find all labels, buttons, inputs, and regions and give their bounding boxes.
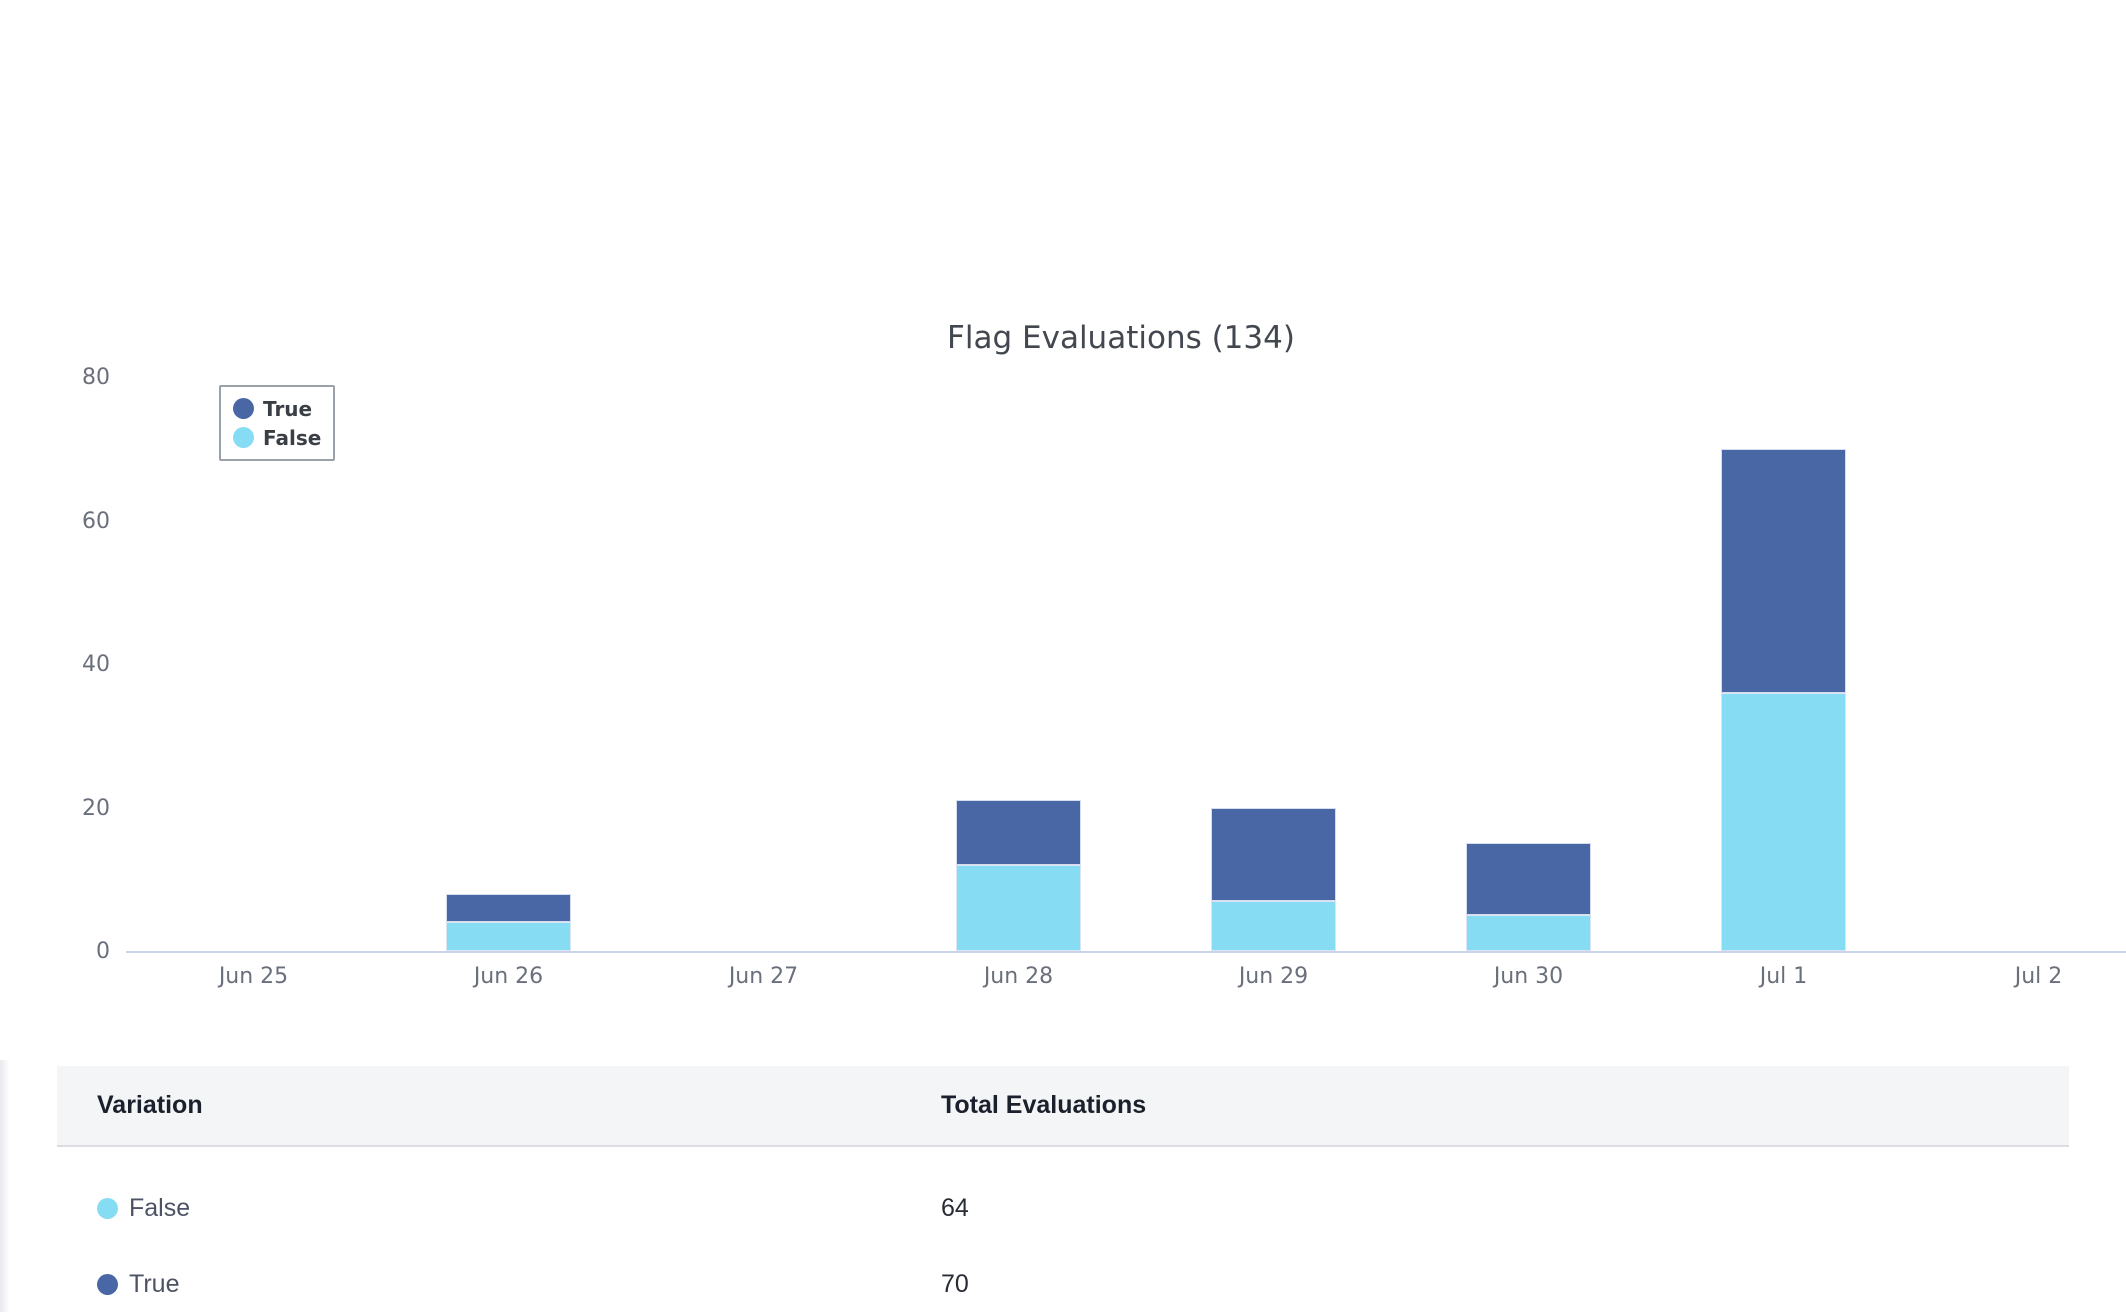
legend-item-false[interactable]: False (233, 423, 321, 452)
bar-segment-true-jun-29 (1211, 808, 1336, 901)
y-tick-label: 80 (30, 365, 110, 391)
legend-label: False (263, 426, 321, 450)
legend-swatch-false (233, 427, 254, 448)
flag-evaluations-chart: Flag Evaluations (134) True False 0 20 40 60… (0, 0, 2126, 1060)
page: Targeting Metrics Activity Last 7 d (0, 0, 2126, 1312)
x-tick-label: Jun 30 (1401, 964, 1656, 990)
x-tick-label: Jun 27 (636, 964, 891, 990)
chart-legend: True False (219, 385, 335, 461)
x-tick-label: Jun 25 (126, 964, 381, 990)
variation-dot-false (97, 1198, 118, 1219)
column-header-variation: Variation (97, 1066, 203, 1145)
legend-label: True (263, 397, 312, 421)
chart-title: Flag Evaluations (134) (126, 320, 2116, 356)
x-tick-label: Jun 29 (1146, 964, 1401, 990)
bar-segment-false-jun-28 (956, 865, 1081, 951)
table-row-true: True 70 (57, 1246, 2069, 1312)
x-tick-label: Jun 28 (891, 964, 1146, 990)
bar-segment-true-jun-28 (956, 800, 1081, 865)
y-tick-label: 60 (30, 509, 110, 535)
bar-segment-false-jul-1 (1721, 693, 1846, 951)
variation-label: False (129, 1194, 190, 1223)
table-row-false: False 64 (57, 1170, 2069, 1246)
y-tick-label: 0 (30, 939, 110, 965)
bar-segment-false-jun-30 (1466, 915, 1591, 951)
total-evaluations-value: 64 (941, 1194, 969, 1223)
bar-segment-false-jun-29 (1211, 901, 1336, 951)
total-evaluations-value: 70 (941, 1270, 969, 1299)
legend-swatch-true (233, 398, 254, 419)
y-tick-label: 20 (30, 796, 110, 822)
variation-label: True (129, 1270, 179, 1299)
bar-segment-true-jun-30 (1466, 843, 1591, 915)
x-axis-line (126, 951, 2126, 953)
bar-segment-false-jun-26 (446, 922, 571, 951)
legend-item-true[interactable]: True (233, 394, 321, 423)
table-header: Variation Total Evaluations (57, 1066, 2069, 1147)
x-tick-label: Jul 1 (1656, 964, 1911, 990)
bar-segment-true-jun-26 (446, 894, 571, 923)
x-tick-label: Jun 26 (381, 964, 636, 990)
bar-segment-true-jul-1 (1721, 449, 1846, 693)
x-tick-label: Jul 2 (1911, 964, 2126, 990)
variation-dot-true (97, 1274, 118, 1295)
column-header-total-evaluations: Total Evaluations (941, 1066, 1146, 1145)
y-tick-label: 40 (30, 652, 110, 678)
